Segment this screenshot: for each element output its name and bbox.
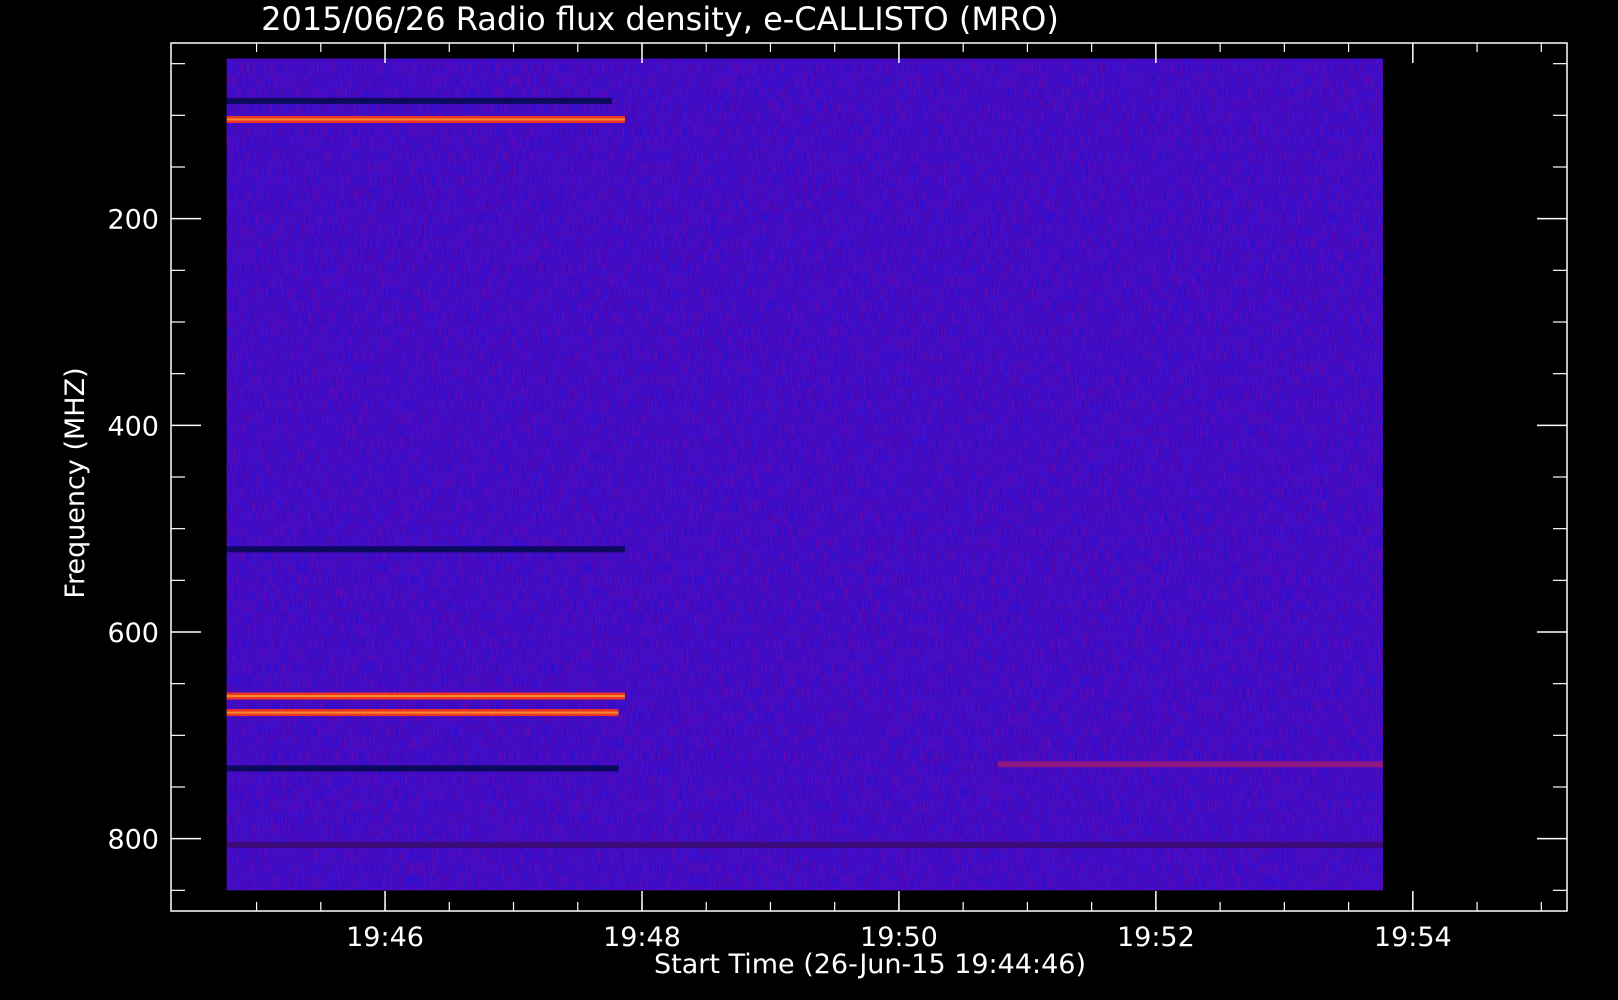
spectral-band-6 <box>997 761 1383 768</box>
x-axis-label: Start Time (26-Jun-15 19:44:46) <box>654 949 1086 980</box>
y-tick-label: 200 <box>107 205 159 236</box>
spectral-band-7 <box>226 841 1383 848</box>
chart-title: 2015/06/26 Radio flux density, e-CALLIST… <box>261 0 1059 38</box>
spectral-band-core-2 <box>226 695 625 698</box>
spectral-band-core-0 <box>226 118 625 121</box>
x-tick-label: 19:46 <box>346 922 424 953</box>
x-tick-label: 19:54 <box>1374 922 1452 953</box>
y-tick-label: 600 <box>107 618 159 649</box>
y-axis-label: Frequency (MHZ) <box>60 367 91 598</box>
spectral-band-5 <box>226 546 625 553</box>
spectrogram-image <box>226 58 1383 891</box>
spectrogram-chart: 2015/06/26 Radio flux density, e-CALLIST… <box>60 0 1568 980</box>
y-tick-label: 400 <box>107 411 159 442</box>
spectral-band-core-3 <box>226 711 619 714</box>
spectral-band-4 <box>226 765 619 772</box>
y-tick-label: 800 <box>107 825 159 856</box>
spectral-band-1 <box>226 97 613 104</box>
x-tick-label: 19:52 <box>1117 922 1195 953</box>
